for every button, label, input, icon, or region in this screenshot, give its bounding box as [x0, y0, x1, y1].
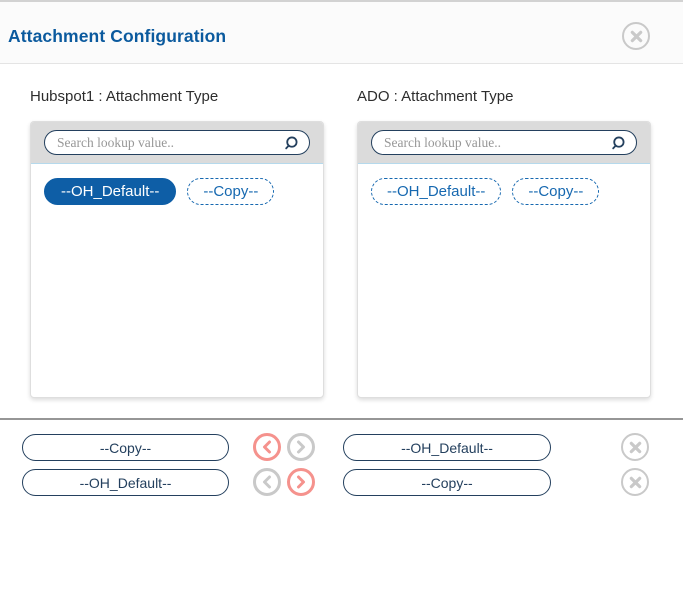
arrow-right-icon[interactable]: [287, 433, 315, 461]
remove-icon[interactable]: [621, 468, 649, 496]
search-input[interactable]: [384, 135, 609, 151]
target-search-bar: [358, 122, 650, 164]
search-icon[interactable]: [282, 134, 300, 152]
lookup-pill[interactable]: --Copy--: [187, 178, 274, 205]
source-panel-title: Hubspot1 : Attachment Type: [30, 88, 218, 105]
arrow-left-icon[interactable]: [253, 433, 281, 461]
remove-icon[interactable]: [621, 433, 649, 461]
mapping-source-value[interactable]: --OH_Default--: [22, 469, 229, 496]
section-divider: [0, 418, 683, 420]
attachment-configuration-dialog: Attachment Configuration Hubspot1 : Atta…: [0, 0, 683, 610]
target-panel-title: ADO : Attachment Type: [357, 88, 513, 105]
mapping-source-value[interactable]: --Copy--: [22, 434, 229, 461]
target-lookup-values: --OH_Default-- --Copy--: [358, 164, 650, 219]
source-search-pill: [44, 130, 310, 155]
mapping-target-value[interactable]: --Copy--: [343, 469, 551, 496]
page-title: Attachment Configuration: [8, 26, 226, 47]
lookup-pill[interactable]: --OH_Default--: [371, 178, 501, 205]
target-search-pill: [371, 130, 637, 155]
lookup-pill-selected[interactable]: --OH_Default--: [44, 178, 176, 205]
source-lookup-values: --OH_Default-- --Copy--: [31, 164, 323, 219]
source-search-bar: [31, 122, 323, 164]
close-icon[interactable]: [622, 22, 650, 50]
dialog-header: Attachment Configuration: [0, 2, 683, 64]
lookup-pill[interactable]: --Copy--: [512, 178, 599, 205]
arrow-right-icon[interactable]: [287, 468, 315, 496]
target-lookup-panel: --OH_Default-- --Copy--: [357, 121, 651, 398]
search-icon[interactable]: [609, 134, 627, 152]
arrow-left-icon[interactable]: [253, 468, 281, 496]
search-input[interactable]: [57, 135, 282, 151]
source-lookup-panel: --OH_Default-- --Copy--: [30, 121, 324, 398]
x-glyph: [630, 30, 643, 43]
mapping-target-value[interactable]: --OH_Default--: [343, 434, 551, 461]
